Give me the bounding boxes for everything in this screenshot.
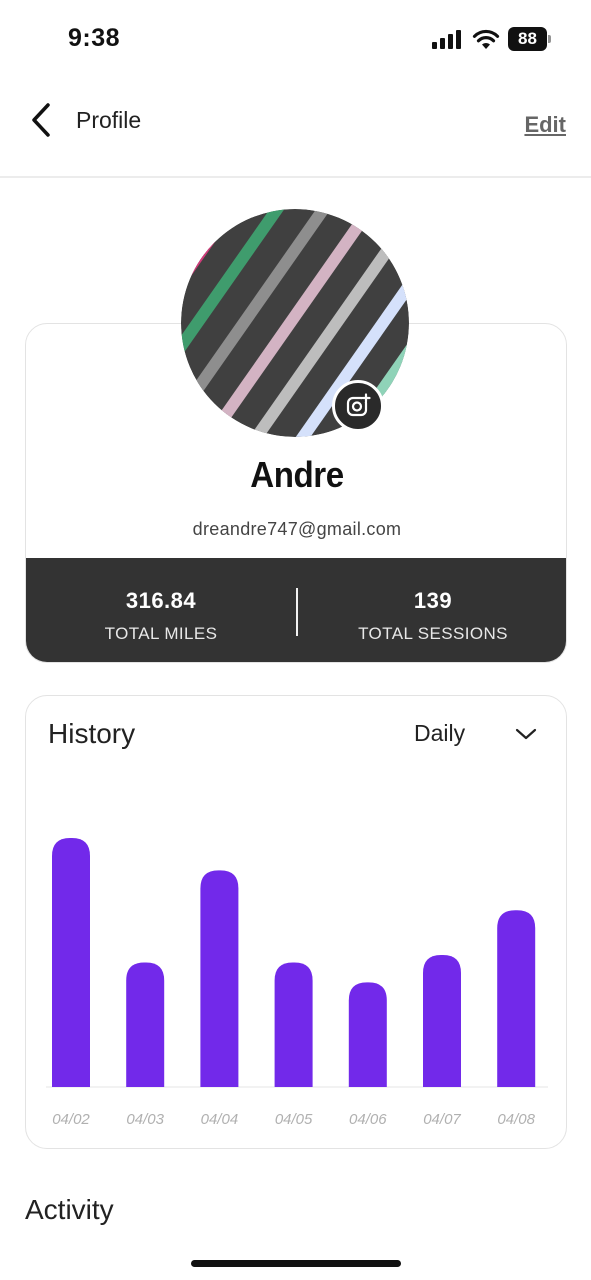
home-indicator xyxy=(191,1260,401,1267)
nav-header: Profile Edit xyxy=(0,90,591,178)
back-button[interactable] xyxy=(24,100,64,140)
page-title: Profile xyxy=(76,107,142,133)
chart-x-tick-label: 04/03 xyxy=(126,1111,164,1128)
avatar[interactable] xyxy=(181,209,411,439)
add-photo-icon xyxy=(346,393,371,417)
status-time: 9:38 xyxy=(68,24,121,52)
total-sessions-value: 139 xyxy=(413,588,453,613)
history-bar-chart: 04/02 04/03 04/04 04/05 04/06 04/07 04/08 xyxy=(46,838,548,1128)
chart-x-tick-label: 04/04 xyxy=(201,1111,239,1128)
chart-bar-04-04[interactable] xyxy=(200,870,239,1087)
chart-x-tick-label: 04/06 xyxy=(349,1111,387,1128)
cellular-signal-icon xyxy=(432,30,461,49)
chart-bar-04-07[interactable] xyxy=(423,955,461,1087)
user-email: dreandre747@gmail.com xyxy=(192,519,402,539)
battery-level: 88 xyxy=(508,27,547,51)
total-miles-value: 316.84 xyxy=(125,588,197,613)
history-card: History Daily 04/02 04/03 04/04 04/05 04/06 0… xyxy=(25,695,567,1149)
battery-icon: 88 xyxy=(508,27,552,51)
chart-bar-04-03[interactable] xyxy=(126,962,165,1088)
total-sessions-stat: 139 TOTAL SESSIONS xyxy=(298,558,566,662)
chart-bar-04-02[interactable] xyxy=(52,838,90,1087)
total-miles-label: TOTAL MILES xyxy=(104,624,218,643)
chevron-left-icon xyxy=(32,103,50,137)
status-bar: 9:38 88 xyxy=(0,0,591,80)
chart-bar-04-05[interactable] xyxy=(274,962,313,1088)
activity-heading: Activity xyxy=(25,1194,114,1225)
chart-bar-04-06[interactable] xyxy=(348,982,387,1087)
chart-x-tick-label: 04/05 xyxy=(275,1111,313,1128)
edit-button[interactable]: Edit xyxy=(524,112,566,138)
total-sessions-label: TOTAL SESSIONS xyxy=(358,624,508,643)
user-name: Andre xyxy=(250,454,344,495)
change-photo-button[interactable] xyxy=(332,380,384,432)
chart-x-tick-label: 04/08 xyxy=(497,1111,535,1128)
stats-bar: 316.84 TOTAL MILES 139 TOTAL SESSIONS xyxy=(26,558,566,662)
wifi-icon xyxy=(472,29,500,49)
chart-bar-04-08[interactable] xyxy=(497,910,536,1087)
total-miles-stat: 316.84 TOTAL MILES xyxy=(26,558,296,662)
chart-x-tick-label: 04/07 xyxy=(423,1111,461,1128)
chart-x-tick-label: 04/02 xyxy=(52,1111,90,1128)
